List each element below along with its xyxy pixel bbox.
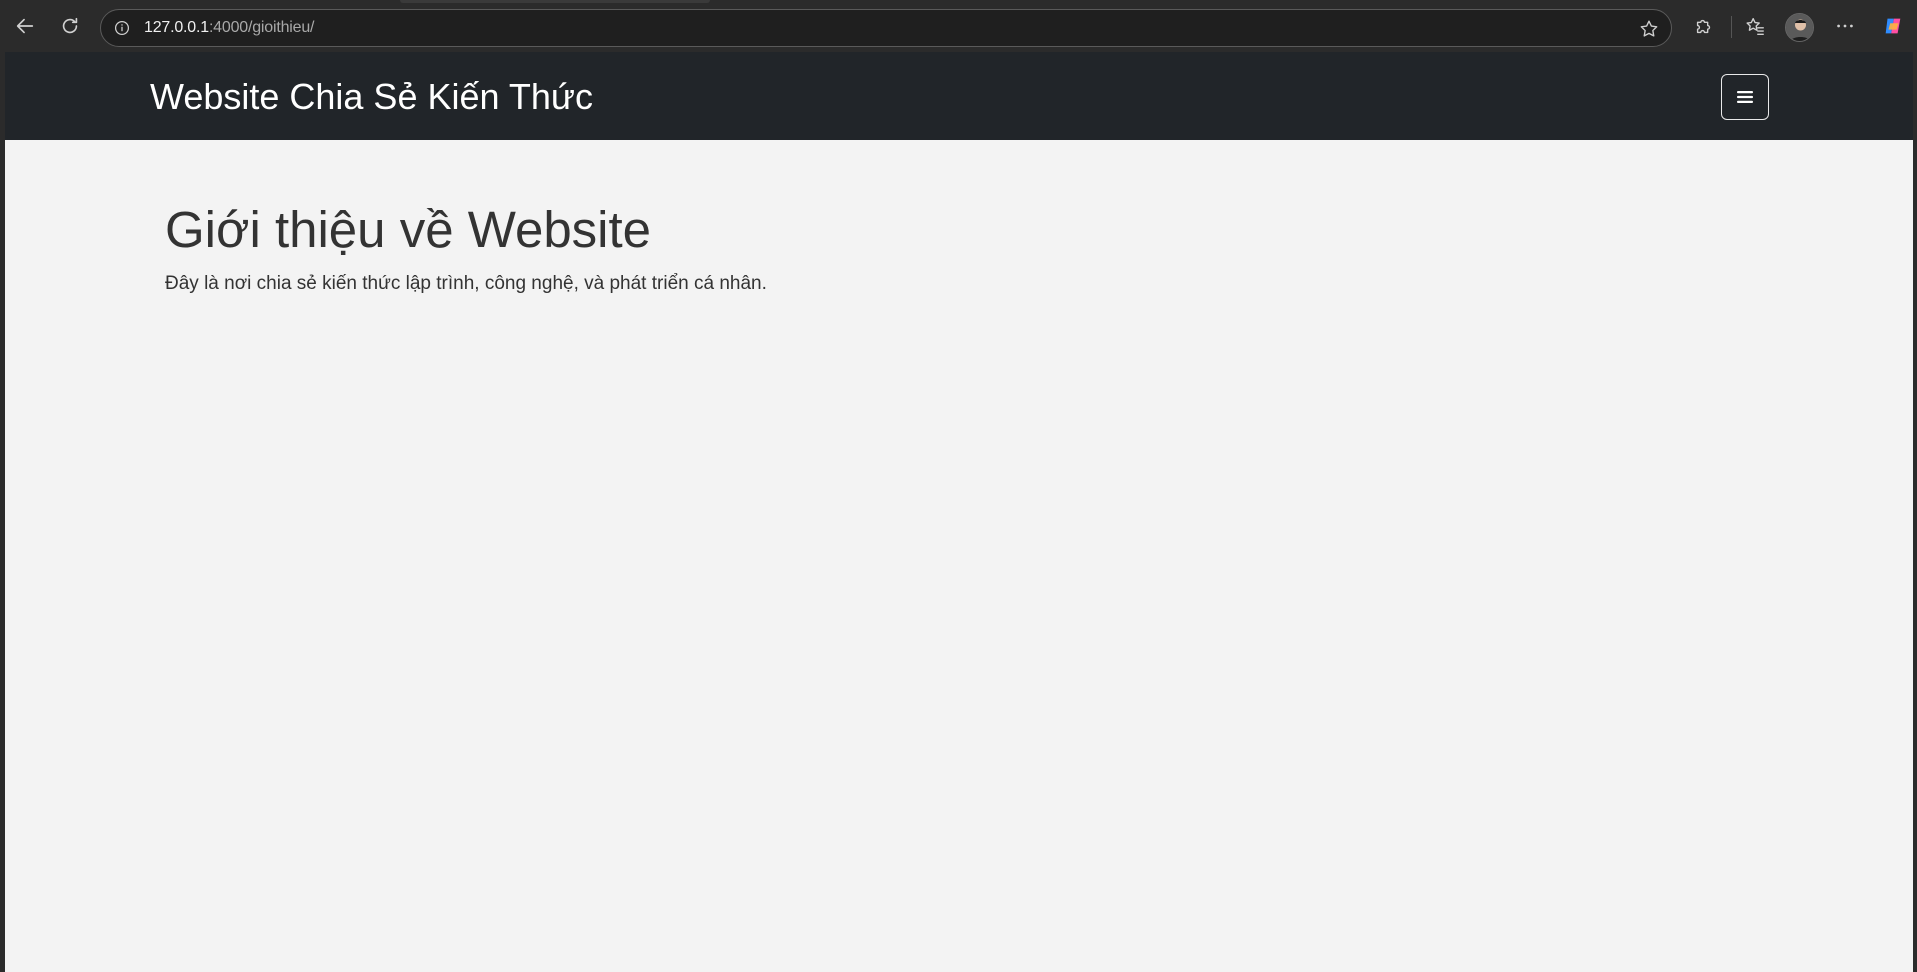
copilot-icon — [1885, 18, 1901, 34]
active-tab-indicator — [400, 0, 710, 3]
site-brand[interactable]: Website Chia Sẻ Kiến Thức — [150, 76, 593, 118]
site-header: Website Chia Sẻ Kiến Thức — [5, 52, 1913, 140]
reload-icon — [62, 17, 78, 34]
page-description: Đây là nơi chia sẻ kiến thức lập trình, … — [165, 273, 767, 294]
url-path: :4000/gioithieu/ — [208, 19, 315, 36]
more-button[interactable] — [1828, 9, 1862, 43]
page-viewport: Website Chia Sẻ Kiến Thức Giới thiệu về … — [5, 52, 1913, 972]
copilot-button[interactable] — [1876, 9, 1910, 43]
star-icon[interactable] — [1637, 17, 1661, 41]
hamburger-icon — [1737, 91, 1753, 103]
page-title: Giới thiệu về Website — [165, 201, 652, 258]
back-button[interactable] — [8, 9, 42, 43]
window-edge — [1913, 52, 1917, 972]
puzzle-icon — [1696, 19, 1711, 34]
info-icon[interactable] — [113, 19, 131, 37]
reload-button[interactable] — [53, 9, 87, 43]
favorites-icon — [1746, 17, 1764, 35]
profile-photo-icon — [1786, 14, 1813, 41]
extensions-button[interactable] — [1687, 9, 1721, 43]
back-arrow-icon — [16, 18, 34, 34]
avatar[interactable] — [1785, 13, 1814, 42]
browser-toolbar: 127.0.0.1:4000/gioithieu/ — [0, 0, 1917, 52]
navbar-toggle-button[interactable] — [1721, 74, 1769, 120]
more-icon — [1837, 24, 1853, 28]
url-text[interactable]: 127.0.0.1:4000/gioithieu/ — [144, 19, 314, 37]
url-host: 127.0.0.1 — [144, 19, 209, 36]
toolbar-separator — [1731, 16, 1732, 38]
main-content: Giới thiệu về Website Đây là nơi chia sẻ… — [165, 200, 767, 295]
address-bar[interactable]: 127.0.0.1:4000/gioithieu/ — [100, 9, 1672, 47]
favorites-button[interactable] — [1738, 9, 1772, 43]
